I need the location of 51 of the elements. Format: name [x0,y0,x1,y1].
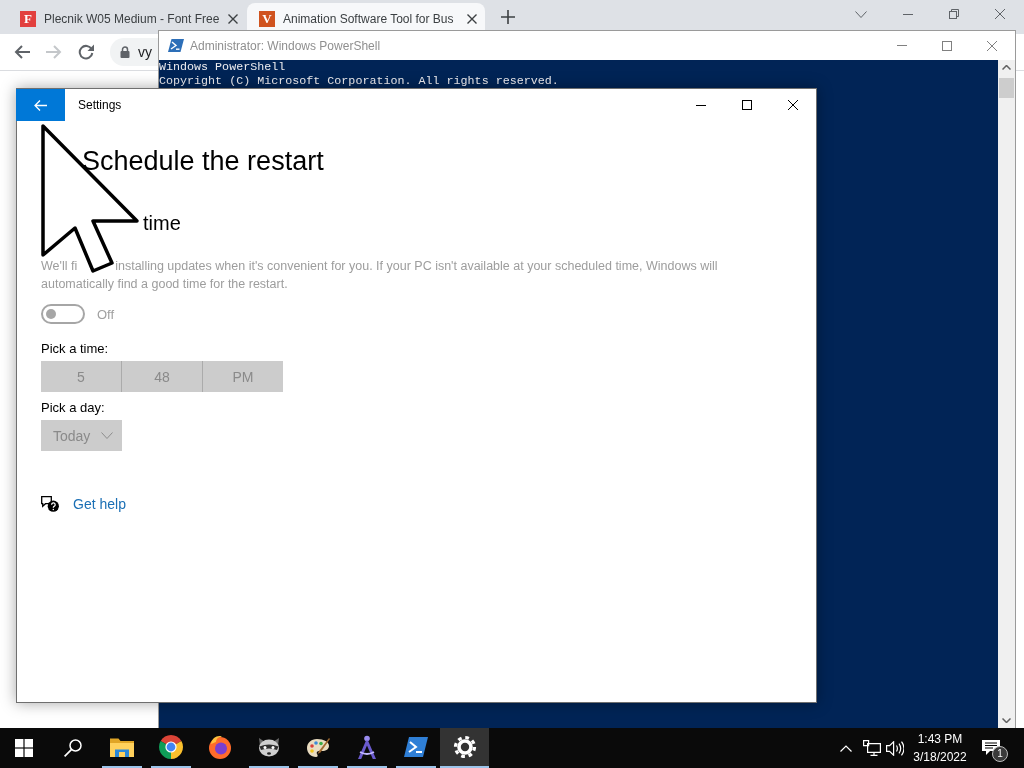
chevron-down-icon[interactable] [855,10,867,18]
maximize-icon[interactable] [742,100,752,110]
close-icon[interactable] [228,13,238,24]
clock-time[interactable]: 1:43 PM [917,730,963,748]
terminal-prompt-icon [403,737,428,757]
chevron-down-icon [101,432,114,439]
scrollbar-thumb[interactable] [999,78,1014,98]
back-arrow-icon [34,99,47,111]
plus-icon[interactable] [501,10,515,24]
network-icon[interactable] [863,740,881,756]
folder-icon [109,737,134,757]
console-text: Copyright (C) Microsoft Corporation. All rights reserved. [159,74,559,88]
raccoon-icon [256,737,281,757]
section-heading: time [143,211,181,236]
notification-count: 1 [992,746,1008,762]
browser-tab[interactable]: F Plecnik W05 Medium - Font Free [8,3,246,34]
help-chat-icon [41,496,59,512]
window-title: Settings [78,98,122,112]
description-text: installing updates when it's convenient for you. If your PC isn't available at your scheduled time, Windows will [115,258,718,275]
help-link[interactable]: Get help [73,495,126,513]
description-text: automatically find a good time for the restart. [41,276,288,293]
search-icon[interactable] [63,739,82,757]
gear-icon [452,735,477,759]
close-icon[interactable] [788,100,798,110]
clock-date[interactable]: 3/18/2022 [913,748,967,766]
description-text: We'll fi [41,258,78,275]
restore-icon[interactable] [949,9,959,19]
scrollbar-track[interactable] [998,60,1015,729]
minimize-icon[interactable] [696,104,706,106]
compass-icon [355,735,378,759]
reload-icon[interactable] [78,44,94,60]
field-label: Pick a day: [41,399,105,417]
favicon: F [20,10,36,27]
toggle-label: Off [97,306,115,322]
taskbar-button[interactable] [440,728,489,768]
palette-icon [305,736,330,758]
favicon: V [259,10,275,27]
chevron-down-icon[interactable] [1002,718,1011,723]
page-title: Schedule the restart [82,145,324,178]
back-arrow-icon[interactable] [14,45,30,59]
close-icon[interactable] [467,13,477,24]
field-label: Pick a time: [41,340,109,358]
terminal-prompt-icon [168,39,184,52]
address-field[interactable]: vy [110,38,158,66]
globe-flame-icon [207,735,232,759]
window-title: Administrator: Windows PowerShell [190,38,381,53]
segmented-circle-icon [158,735,183,759]
console-text: Windows PowerShell [159,60,286,74]
speaker-icon[interactable] [886,740,904,756]
windows-logo-icon[interactable] [15,739,33,757]
lock-icon [120,46,130,58]
